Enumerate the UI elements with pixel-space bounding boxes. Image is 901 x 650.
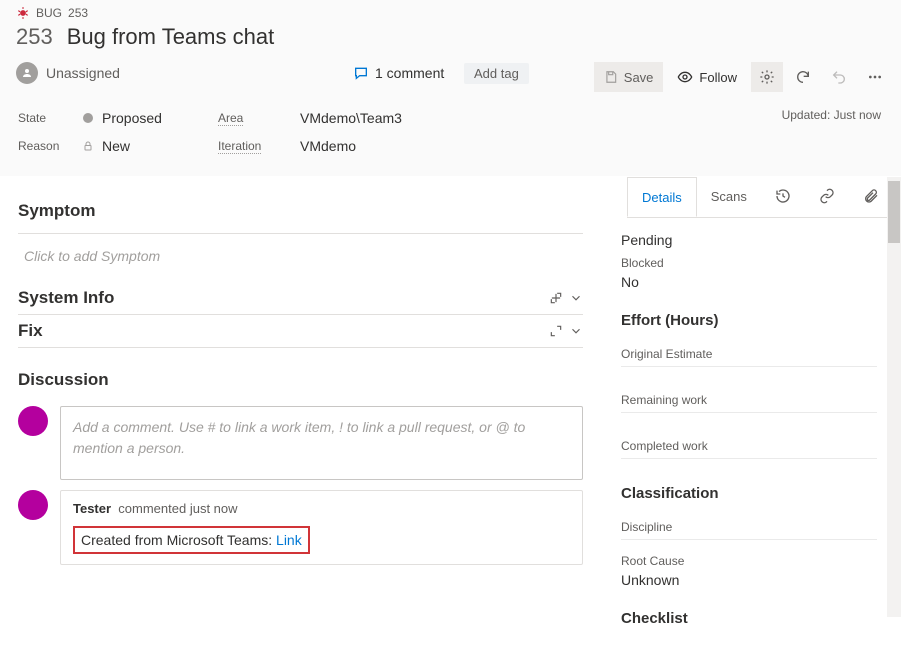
breadcrumb-id: 253 [68,6,88,20]
save-icon [604,70,618,84]
bug-icon [16,6,30,20]
refresh-button[interactable] [787,62,819,92]
blocked-value[interactable]: No [621,270,877,298]
breadcrumb-type: BUG [36,6,62,20]
discussion-heading: Discussion [18,362,583,396]
effort-heading: Effort (Hours) [621,298,877,335]
comment-author: Tester [73,501,111,516]
highlighted-comment: Created from Microsoft Teams: Link [73,526,310,554]
reason-value[interactable]: New [82,138,130,154]
discipline-field[interactable]: Discipline [621,508,877,540]
assigned-to[interactable]: Unassigned [16,62,120,84]
state-dot-icon [82,112,94,124]
more-actions-button[interactable] [859,62,891,92]
teams-link[interactable]: Link [276,532,302,548]
tab-scans[interactable]: Scans [697,177,761,217]
work-item-id: 253 [16,24,53,50]
commenter-avatar [18,490,48,520]
completed-work-field[interactable]: Completed work [621,427,877,459]
add-comment-input[interactable]: Add a comment. Use # to link a work item… [60,406,583,480]
comment-time: commented just now [118,501,237,516]
header: BUG 253 253 Bug from Teams chat Unassign… [0,0,901,94]
system-info-heading: System Info [18,288,114,308]
title-row: 253 Bug from Teams chat [8,22,901,58]
chevron-down-icon[interactable] [569,291,583,305]
comment-meta: Tester commented just now [73,501,570,516]
symptom-input[interactable]: Click to add Symptom [18,244,583,282]
content: Symptom Click to add Symptom System Info… [0,177,901,617]
undo-button[interactable] [823,62,855,92]
fields-bar: Updated: Just now State Proposed Area VM… [0,94,901,177]
side-tabs: Details Scans [627,177,901,218]
discussion-section: Discussion Add a comment. Use # to link … [18,362,583,565]
state-label: State [18,111,82,125]
comments-link[interactable]: 1 comment [353,65,444,81]
add-tag-button[interactable]: Add tag [464,63,529,84]
settings-button[interactable] [751,62,783,92]
pending-value: Pending [621,228,877,256]
side-panel: Details Scans Pending Blocked No Effort … [611,177,901,617]
history-icon [775,188,791,204]
iteration-label: Iteration [218,139,261,154]
breadcrumb: BUG 253 [8,0,901,22]
comment-card: Tester commented just now Created from M… [60,490,583,565]
toolbar: Save Follow [594,62,891,92]
iteration-value[interactable]: VMdemo [300,138,356,154]
tab-details[interactable]: Details [627,177,697,217]
state-value[interactable]: Proposed [82,110,162,126]
link-icon [819,188,835,204]
fix-section[interactable]: Fix [18,315,583,348]
fix-heading: Fix [18,321,43,341]
gear-icon [759,69,775,85]
system-info-section[interactable]: System Info [18,282,583,315]
updated-text: Updated: Just now [782,108,881,122]
more-icon [867,69,883,85]
divider [18,233,583,234]
work-item-title[interactable]: Bug from Teams chat [67,24,274,50]
eye-icon [677,69,693,85]
remaining-work-field[interactable]: Remaining work [621,381,877,413]
save-label: Save [624,70,654,85]
expand-icon[interactable] [549,324,563,338]
expand-icon[interactable] [549,291,563,305]
area-value[interactable]: VMdemo\Team3 [300,110,402,126]
reason-label: Reason [18,139,82,153]
undo-icon [831,69,847,85]
tab-links[interactable] [805,177,849,217]
side-fields: Pending Blocked No Effort (Hours) Origin… [611,218,901,633]
original-estimate-field[interactable]: Original Estimate [621,335,877,367]
scrollbar-track[interactable] [887,177,901,617]
classification-heading: Classification [621,459,877,508]
scrollbar-thumb[interactable] [888,181,900,243]
save-button[interactable]: Save [594,62,664,92]
symptom-heading: Symptom [18,193,583,227]
unassigned-avatar-icon [16,62,38,84]
lock-icon [82,140,94,152]
comments-count: 1 comment [375,65,444,81]
follow-button[interactable]: Follow [667,62,747,92]
current-user-avatar [18,406,48,436]
refresh-icon [795,69,811,85]
checklist-heading: Checklist [621,596,877,633]
chevron-down-icon[interactable] [569,324,583,338]
area-label: Area [218,111,243,126]
comment-body: Created from Microsoft Teams: Link [73,526,570,554]
attachment-icon [863,188,879,204]
root-cause-value[interactable]: Unknown [621,568,877,596]
root-cause-label: Root Cause [621,554,877,568]
blocked-label: Blocked [621,256,877,270]
assigned-to-label: Unassigned [46,65,120,81]
tab-history[interactable] [761,177,805,217]
follow-label: Follow [699,70,737,85]
main-panel: Symptom Click to add Symptom System Info… [0,177,611,617]
